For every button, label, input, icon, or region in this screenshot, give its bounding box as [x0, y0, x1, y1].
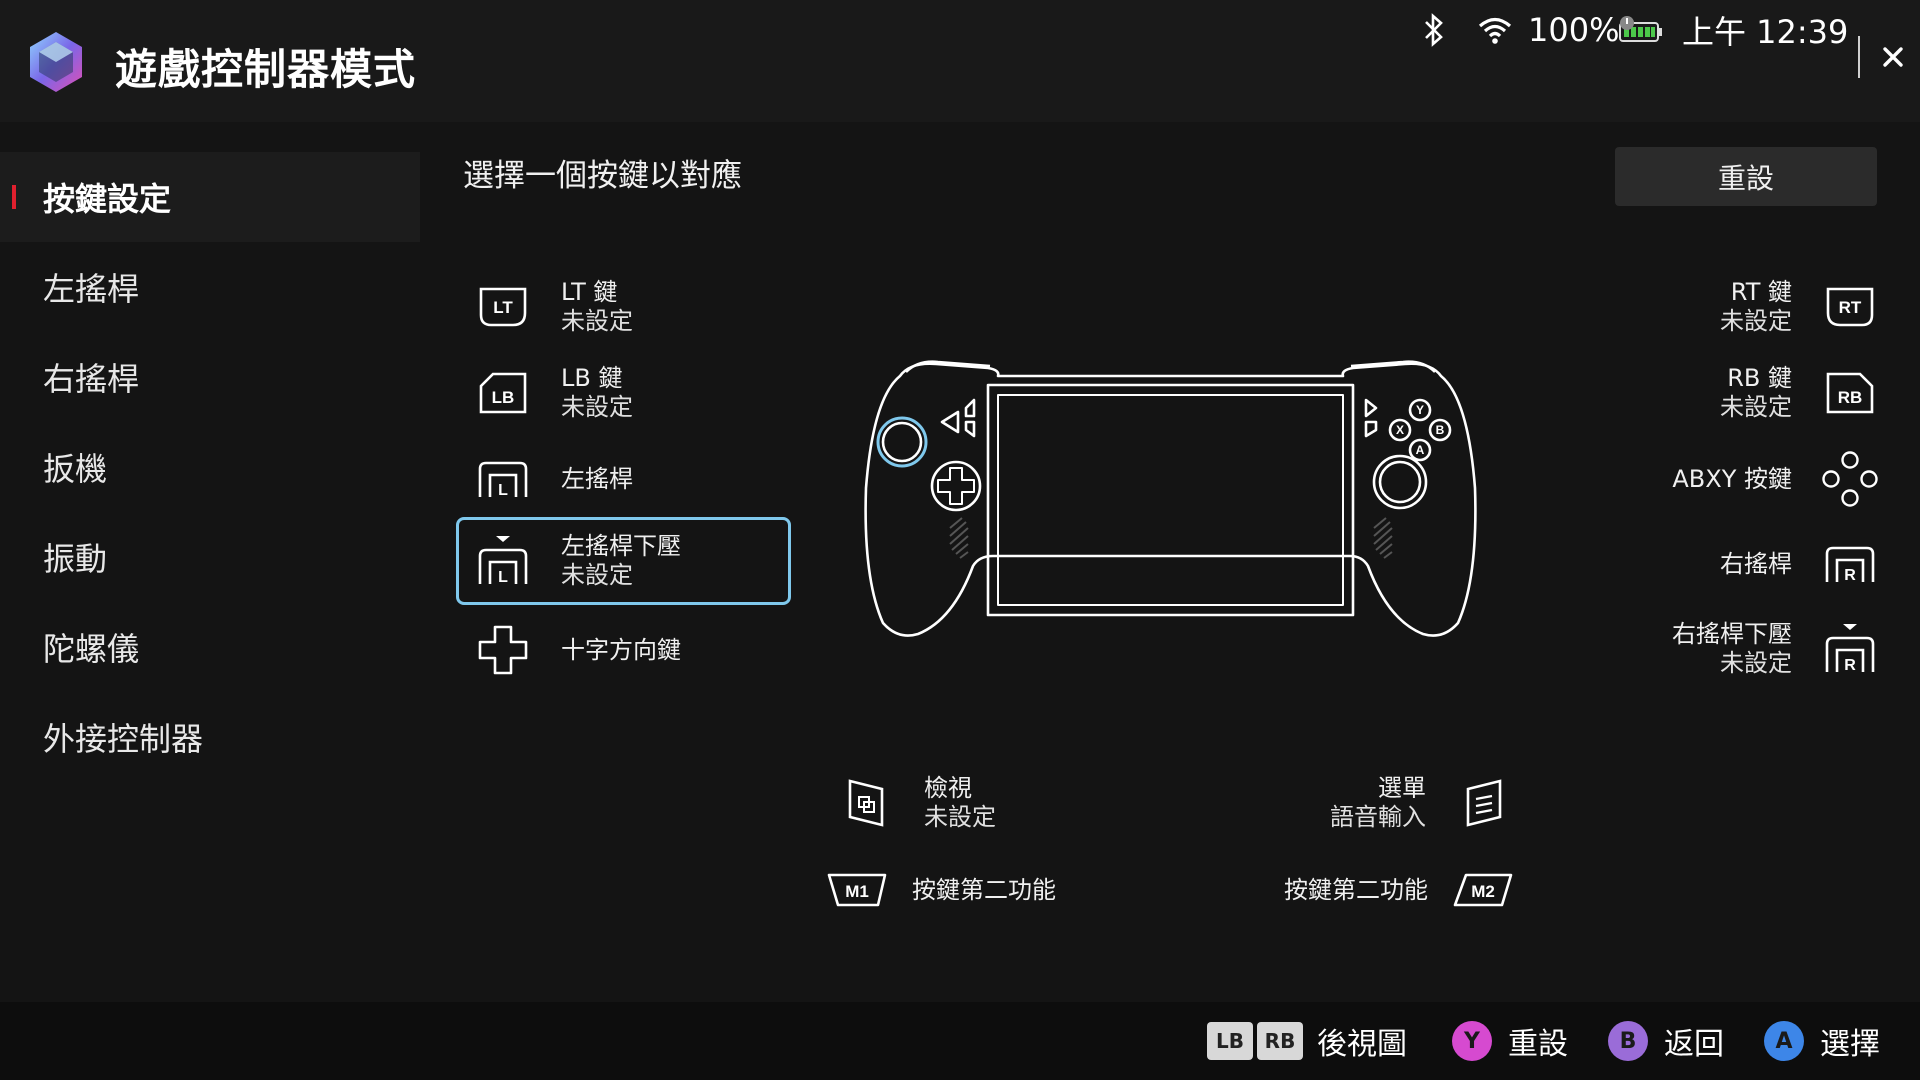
dpad-icon: [475, 622, 531, 678]
sidebar-item-triggers[interactable]: 扳機: [0, 422, 420, 512]
left-stick-name: 左搖桿: [561, 464, 633, 493]
rt-button-item[interactable]: RT RT 鍵 未設定: [1720, 278, 1878, 336]
footer-back-hint[interactable]: B 返回: [1608, 1002, 1724, 1080]
reset-button[interactable]: 重設: [1615, 147, 1877, 206]
view-button-item[interactable]: 檢視 未設定: [838, 774, 996, 832]
lt-button-status: 未設定: [561, 307, 633, 335]
rb-key-icon: RB: [1257, 1022, 1303, 1060]
svg-text:M1: M1: [845, 882, 869, 901]
svg-text:LT: LT: [493, 298, 513, 317]
rb-button-status: 未設定: [1720, 393, 1792, 421]
right-stick-press-status: 未設定: [1720, 649, 1792, 677]
left-stick-press-icon: L: [475, 533, 531, 589]
rt-button-status: 未設定: [1720, 307, 1792, 335]
svg-text:L: L: [498, 482, 508, 499]
menu-icon: [1456, 775, 1512, 831]
view-button-name: 檢視: [924, 774, 972, 802]
left-stick-press-name: 左搖桿下壓: [561, 532, 681, 560]
sidebar: 按鍵設定 左搖桿 右搖桿 扳機 振動 陀螺儀 外接控制器: [0, 152, 420, 782]
m1-icon: M1: [826, 862, 888, 918]
battery-charging-icon: [1618, 0, 1664, 60]
left-stick-item[interactable]: L 左搖桿: [475, 451, 775, 507]
lt-button-name: LT 鍵: [561, 278, 618, 306]
sidebar-item-button-mapping[interactable]: 按鍵設定: [0, 152, 420, 242]
sidebar-item-vibration[interactable]: 振動: [0, 512, 420, 602]
sidebar-item-left-stick[interactable]: 左搖桿: [0, 242, 420, 332]
rog-ally-console-illustration: Y X B A: [864, 360, 1477, 637]
svg-text:M2: M2: [1471, 882, 1495, 901]
menu-button-name: 選單: [1378, 774, 1426, 802]
reset-hint-label: 重設: [1508, 1027, 1568, 1062]
abxy-name: ABXY 按鍵: [1672, 464, 1792, 493]
armoury-crate-logo-icon: [30, 32, 82, 92]
svg-text:R: R: [1844, 567, 1856, 584]
lb-icon: LB: [475, 365, 531, 421]
m1-button-label: 按鍵第二功能: [912, 875, 1056, 904]
rt-button-name: RT 鍵: [1730, 278, 1792, 306]
lb-button-item[interactable]: LB LB 鍵 未設定: [475, 364, 775, 422]
dpad-item[interactable]: 十字方向鍵: [475, 622, 775, 678]
sidebar-item-right-stick[interactable]: 右搖桿: [0, 332, 420, 422]
rt-icon: RT: [1822, 279, 1878, 335]
right-stick-press-name: 右搖桿下壓: [1672, 620, 1792, 648]
svg-text:Y: Y: [1416, 403, 1424, 417]
lt-icon: LT: [475, 279, 531, 335]
rb-button-item[interactable]: RB RB 鍵 未設定: [1720, 364, 1878, 422]
sidebar-item-gyroscope[interactable]: 陀螺儀: [0, 602, 420, 692]
content-heading: 選擇一個按鍵以對應: [463, 158, 742, 194]
svg-text:B: B: [1436, 423, 1445, 437]
footer-reset-hint[interactable]: Y 重設: [1452, 1002, 1568, 1080]
footer-rear-view-hint[interactable]: LB RB 後視圖: [1207, 1002, 1407, 1080]
m2-icon: M2: [1452, 862, 1514, 918]
select-hint-label: 選擇: [1820, 1027, 1880, 1062]
left-stick-press-item[interactable]: L 左搖桿下壓 未設定: [456, 517, 791, 605]
footer-hint-bar: LB RB 後視圖 Y 重設 B 返回 A 選擇: [0, 1002, 1920, 1080]
title-bar: 遊戲控制器模式 100% 上午 12:39: [0, 0, 1920, 122]
rb-icon: RB: [1822, 365, 1878, 421]
left-stick-press-status: 未設定: [561, 561, 633, 589]
bluetooth-icon: [1422, 0, 1446, 60]
view-icon: [838, 775, 894, 831]
header-divider: [1858, 36, 1860, 78]
lb-button-name: LB 鍵: [561, 364, 623, 392]
dpad-name: 十字方向鍵: [561, 635, 681, 664]
abxy-icon: [1822, 451, 1878, 507]
right-stick-press-icon: R: [1822, 621, 1878, 677]
back-hint-label: 返回: [1664, 1027, 1724, 1062]
rb-button-name: RB 鍵: [1727, 364, 1792, 392]
right-stick-press-item[interactable]: R 右搖桿下壓 未設定: [1672, 620, 1878, 678]
y-button-icon: Y: [1452, 1021, 1492, 1061]
app-title: 遊戲控制器模式: [115, 45, 417, 94]
clock: 上午 12:39: [1682, 13, 1849, 51]
right-stick-item[interactable]: R 右搖桿: [1720, 536, 1878, 592]
right-stick-name: 右搖桿: [1720, 549, 1792, 578]
left-stick-icon: L: [475, 451, 531, 507]
menu-button-status: 語音輸入: [1330, 803, 1426, 831]
svg-text:LB: LB: [492, 388, 515, 407]
m2-button-label: 按鍵第二功能: [1284, 875, 1428, 904]
lb-button-status: 未設定: [561, 393, 633, 421]
footer-select-hint[interactable]: A 選擇: [1764, 1002, 1880, 1080]
m2-button-item[interactable]: M2 按鍵第二功能: [1284, 862, 1514, 918]
m1-button-item[interactable]: M1 按鍵第二功能: [826, 862, 1056, 918]
svg-text:RT: RT: [1839, 298, 1862, 317]
b-button-icon: B: [1608, 1021, 1648, 1061]
svg-text:RB: RB: [1838, 388, 1863, 407]
a-button-icon: A: [1764, 1021, 1804, 1061]
lt-button-item[interactable]: LT LT 鍵 未設定: [475, 278, 775, 336]
battery-percentage: 100%: [1528, 11, 1620, 49]
sidebar-item-external-controller[interactable]: 外接控制器: [0, 692, 420, 782]
svg-text:A: A: [1416, 443, 1425, 457]
rear-view-label: 後視圖: [1317, 1027, 1407, 1062]
close-button[interactable]: [1868, 36, 1918, 78]
lb-key-icon: LB: [1207, 1022, 1253, 1060]
wifi-icon: [1478, 0, 1512, 60]
menu-button-item[interactable]: 選單 語音輸入: [1330, 774, 1512, 832]
svg-text:R: R: [1844, 657, 1856, 674]
abxy-item[interactable]: ABXY 按鍵: [1672, 451, 1878, 507]
view-button-status: 未設定: [924, 803, 996, 831]
svg-text:X: X: [1396, 423, 1404, 437]
svg-text:L: L: [498, 569, 508, 586]
right-stick-icon: R: [1822, 536, 1878, 592]
